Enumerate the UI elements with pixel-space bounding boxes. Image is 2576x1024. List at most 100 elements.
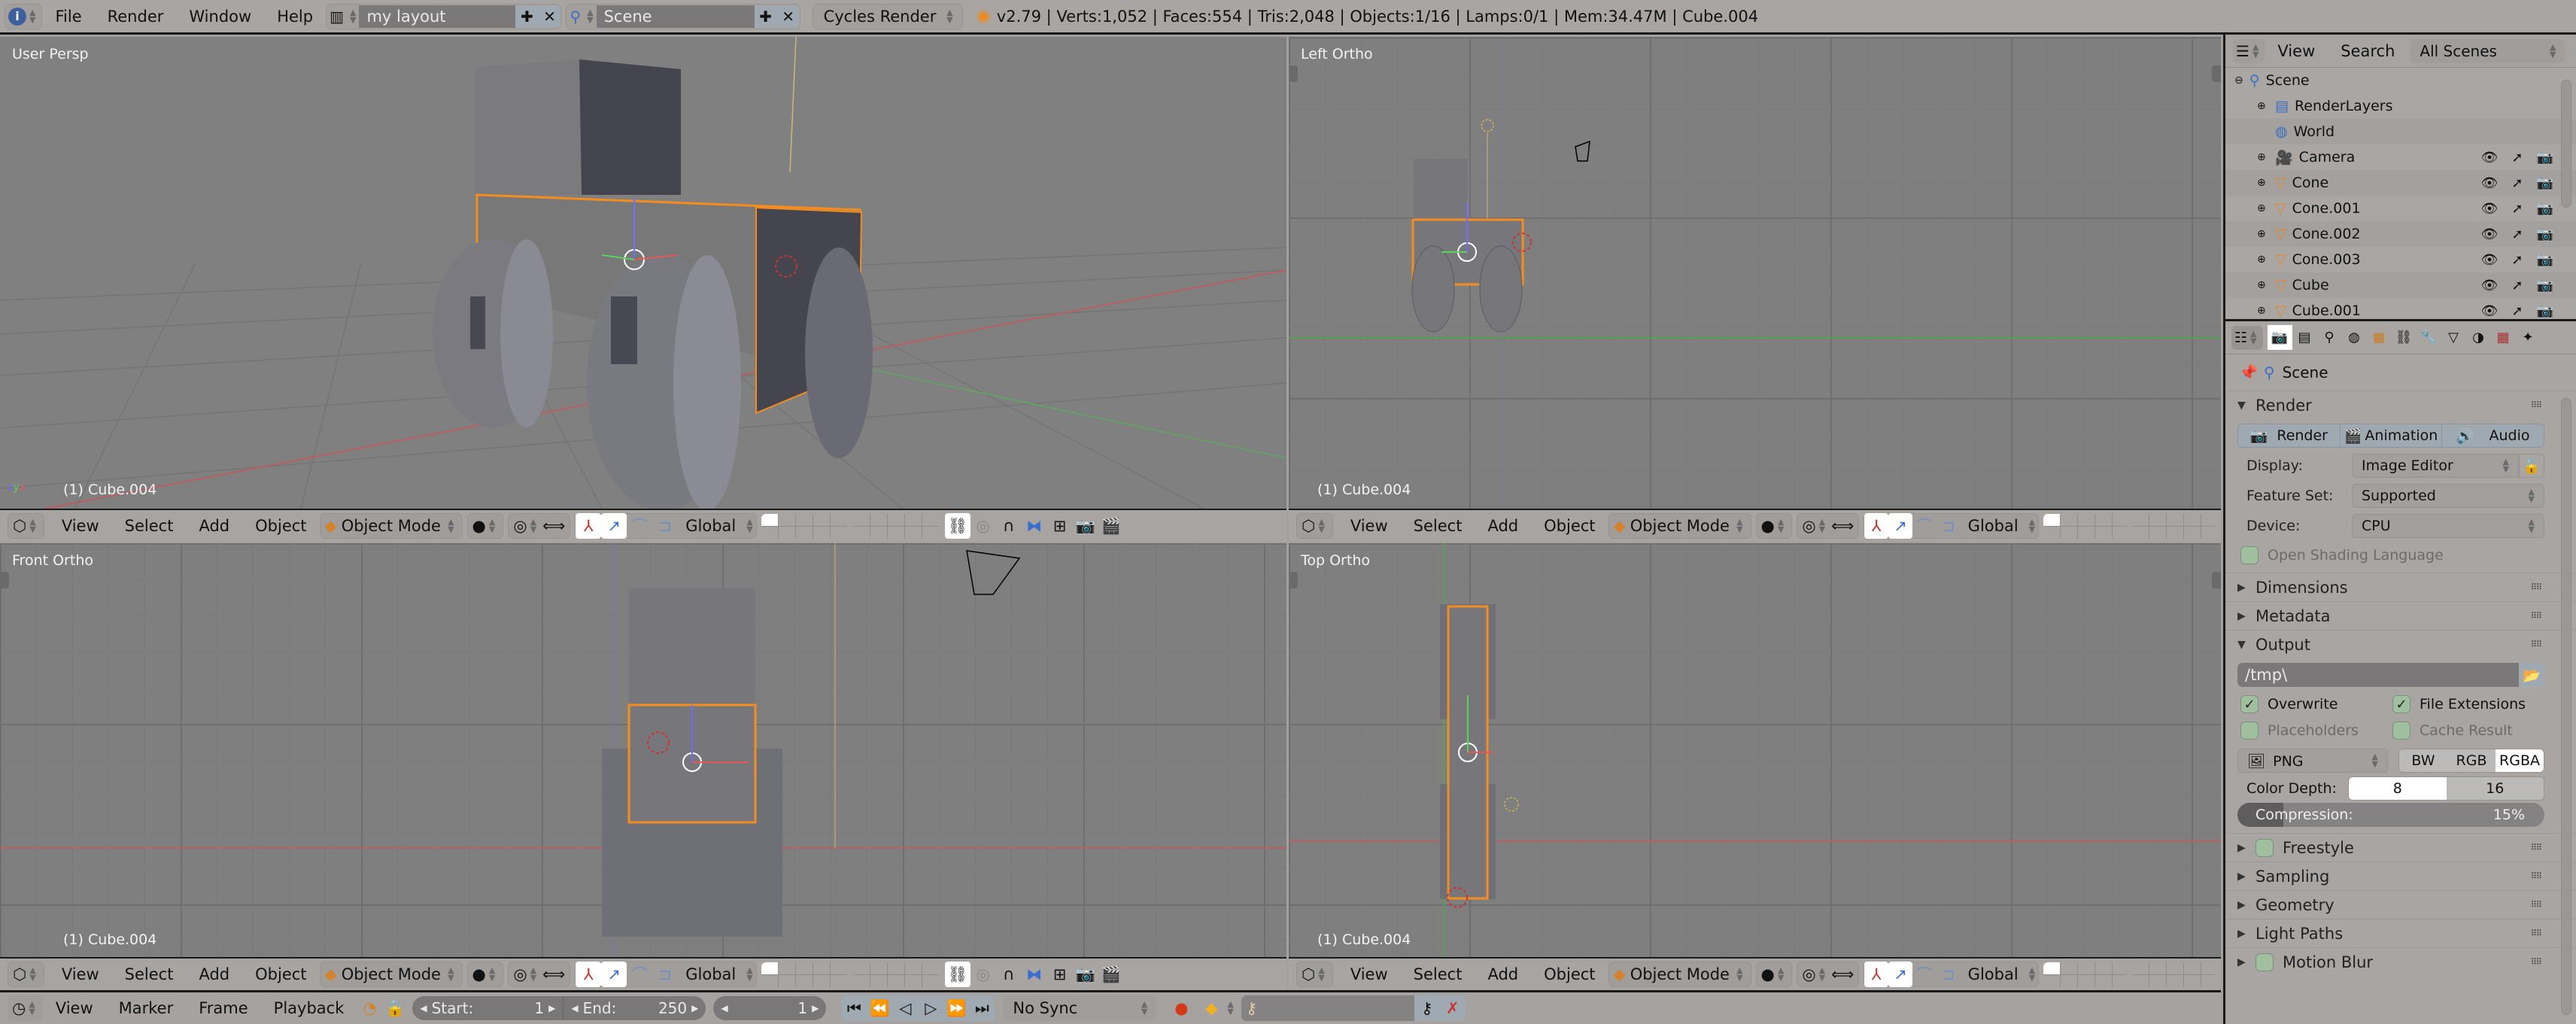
renderable-camera-icon[interactable]: 📷 bbox=[2537, 278, 2553, 293]
panel-header[interactable]: ▶ Sampling ⠿⠿ bbox=[2225, 861, 2576, 890]
viewport-front-ortho[interactable]: Front Ortho (1) Cube.004 bbox=[0, 543, 1286, 959]
drag-grip-icon[interactable]: ⠿⠿ bbox=[2531, 582, 2542, 592]
selectable-arrow-icon[interactable]: ➚ bbox=[2511, 150, 2523, 166]
menu-window[interactable]: Window bbox=[176, 8, 264, 26]
renderable-camera-icon[interactable]: 📷 bbox=[2537, 201, 2553, 217]
drag-grip-icon[interactable]: ⠿⠿ bbox=[2531, 957, 2542, 967]
feature-set-dropdown[interactable]: Supported ▲ ▼ bbox=[2352, 484, 2544, 508]
animation-button[interactable]: 🎬 Animation bbox=[2341, 424, 2443, 447]
layer-buttons[interactable] bbox=[761, 962, 847, 987]
particles-tab-icon[interactable]: ✦ bbox=[2516, 325, 2541, 350]
editor-type-selector[interactable]: ⬡ ▲ ▼ bbox=[8, 513, 44, 539]
panel-header[interactable]: ▶ Geometry ⠿⠿ bbox=[2225, 890, 2576, 919]
visibility-eye-icon[interactable]: 👁 bbox=[2481, 175, 2499, 191]
viewport-shading-selector[interactable]: ● ▲ ▼ bbox=[1755, 513, 1793, 539]
play-icon[interactable]: ▷ bbox=[918, 995, 943, 1021]
editor-type-selector[interactable]: i ▲ ▼ bbox=[5, 3, 43, 29]
manipulator-toggle-icon[interactable]: ⅄ bbox=[576, 513, 602, 539]
scale-manipulator-icon[interactable]: ⊐ bbox=[652, 513, 678, 539]
viewport-user-persp[interactable]: User Persp (1) Cube.004 zyx bbox=[0, 37, 1286, 509]
sync-mode-selector[interactable]: No Sync ▲ ▼ bbox=[1002, 995, 1157, 1021]
data-tab-icon[interactable]: ▽ bbox=[2441, 325, 2466, 350]
selectable-arrow-icon[interactable]: ➚ bbox=[2511, 278, 2523, 293]
screen-layout-selector[interactable]: ▥ ▲ ▼ my layout ✚ ✕ bbox=[326, 3, 562, 29]
menu-object[interactable]: Object bbox=[242, 965, 319, 983]
toolshelf-toggle[interactable] bbox=[1289, 65, 1298, 82]
mode-selector[interactable]: ◆ Object Mode ▲ ▼ bbox=[1608, 513, 1751, 539]
delete-keyframe-icon[interactable]: ✗ bbox=[1439, 995, 1466, 1021]
color-depth-16[interactable]: 16 bbox=[2446, 777, 2544, 800]
object-tab-icon[interactable]: ■ bbox=[2367, 325, 2392, 350]
file-format-dropdown[interactable]: 🖼 PNG ▲ ▼ bbox=[2237, 749, 2388, 773]
selectable-arrow-icon[interactable]: ➚ bbox=[2511, 226, 2523, 242]
render-animation-icon[interactable]: 🎬 bbox=[1098, 513, 1124, 539]
viewport-shading-selector[interactable]: ● ▲ ▼ bbox=[466, 513, 504, 539]
pivot-selector[interactable]: ◎ ▲ ▼ ⟺ bbox=[1797, 513, 1860, 539]
expand-icon[interactable] bbox=[2257, 126, 2269, 138]
jump-keyframe-forward-icon[interactable]: ⏩ bbox=[943, 995, 969, 1021]
lock-interface-icon[interactable]: 🔓 bbox=[2519, 454, 2544, 478]
panel-header[interactable]: ▶ Freestyle ⠿⠿ bbox=[2225, 833, 2576, 861]
menu-add[interactable]: Add bbox=[1475, 517, 1531, 535]
display-dropdown[interactable]: Image Editor ▲ ▼ bbox=[2352, 454, 2519, 478]
delete-scene-button[interactable]: ✕ bbox=[776, 5, 800, 28]
drag-grip-icon[interactable]: ⠿⠿ bbox=[2531, 871, 2542, 881]
render-button[interactable]: 📷 Render bbox=[2238, 424, 2341, 447]
color-mode-rgb[interactable]: RGB bbox=[2447, 749, 2496, 772]
jump-keyframe-back-icon[interactable]: ⏪ bbox=[867, 995, 892, 1021]
panel-enable-checkbox[interactable] bbox=[2256, 953, 2274, 971]
lock-time-cursor-icon[interactable]: 🔒 bbox=[382, 995, 408, 1021]
end-frame-field[interactable]: ◀ End: 250 ▶ bbox=[563, 996, 706, 1020]
scale-manipulator-icon[interactable]: ⊐ bbox=[1937, 962, 1961, 987]
menu-select[interactable]: Select bbox=[112, 517, 187, 535]
panel-header[interactable]: ▶ Light Paths ⠿⠿ bbox=[2225, 919, 2576, 947]
collapse-icon[interactable]: ⊖ bbox=[2234, 74, 2243, 87]
outliner-item[interactable]: ⊕ ▽ Cone.001 👁 ➚ 📷 bbox=[2225, 196, 2576, 221]
current-frame-field[interactable]: ◀ 1 ▶ bbox=[713, 996, 827, 1020]
manipulator-group[interactable]: ⅄ ↗ ⌒ ⊐ Global ▲ ▼ bbox=[575, 962, 757, 987]
outliner-item[interactable]: ⊕ ▤ RenderLayers bbox=[2225, 93, 2576, 119]
snap-target-icon[interactable]: ⊞ bbox=[1047, 513, 1073, 539]
constraints-tab-icon[interactable]: ⛓ bbox=[2392, 325, 2417, 350]
render-animation-icon[interactable]: 🎬 bbox=[1098, 962, 1124, 987]
proportional-edit-icon[interactable]: ◎ bbox=[971, 962, 996, 987]
layer-buttons[interactable] bbox=[2043, 962, 2127, 987]
menu-object[interactable]: Object bbox=[1531, 517, 1608, 535]
manipulator-center-icon[interactable]: ⟺ bbox=[1831, 965, 1854, 983]
expand-icon[interactable]: ⊕ bbox=[2257, 254, 2269, 266]
panel-metadata-header[interactable]: ▶ Metadata ⠿⠿ bbox=[2225, 601, 2576, 630]
layout-name-field[interactable]: my layout bbox=[359, 5, 516, 28]
outliner-item[interactable]: ⊕ ▽ Cone 👁 ➚ 📷 bbox=[2225, 170, 2576, 196]
editor-type-selector[interactable]: ☷ ▲ ▼ bbox=[2231, 325, 2263, 350]
menu-render[interactable]: Render bbox=[95, 8, 177, 26]
visibility-eye-icon[interactable]: 👁 bbox=[2481, 201, 2499, 217]
outliner-item[interactable]: ⊕ ▽ Cube 👁 ➚ 📷 bbox=[2225, 272, 2576, 298]
selectable-arrow-icon[interactable]: ➚ bbox=[2511, 303, 2523, 319]
record-icon[interactable]: ● bbox=[1168, 995, 1194, 1021]
toolshelf-toggle[interactable] bbox=[1289, 572, 1298, 588]
renderable-camera-icon[interactable]: 📷 bbox=[2537, 303, 2553, 319]
play-reverse-icon[interactable]: ◁ bbox=[892, 995, 918, 1021]
drag-grip-icon[interactable]: ⠿⠿ bbox=[2531, 928, 2542, 938]
rotate-manipulator-icon[interactable]: ⌒ bbox=[627, 513, 652, 539]
menu-search[interactable]: Search bbox=[2328, 42, 2407, 60]
visibility-eye-icon[interactable]: 👁 bbox=[2481, 150, 2499, 166]
viewport-shading-selector[interactable]: ● ▲ ▼ bbox=[1755, 962, 1793, 987]
manipulator-group[interactable]: ⅄ ↗ ⌒ ⊐ Global ▲ ▼ bbox=[575, 513, 757, 539]
layer-buttons[interactable] bbox=[761, 513, 847, 539]
render-still-icon[interactable]: 📷 bbox=[1073, 513, 1098, 539]
menu-object[interactable]: Object bbox=[242, 517, 319, 535]
transform-orientation[interactable]: Global bbox=[678, 517, 743, 535]
color-depth-8[interactable]: 8 bbox=[2349, 777, 2447, 800]
placeholders-checkbox[interactable] bbox=[2240, 722, 2259, 740]
pin-icon[interactable]: 📌 bbox=[2239, 363, 2258, 381]
file-extensions-option[interactable]: ✓ File Extensions bbox=[2392, 695, 2544, 713]
renderable-camera-icon[interactable]: 📷 bbox=[2537, 252, 2553, 268]
expand-icon[interactable]: ⊕ bbox=[2257, 151, 2269, 163]
manipulator-group[interactable]: ⅄ ↗ ⌒ ⊐ Global ▲ ▼ bbox=[1864, 513, 2040, 539]
manipulator-center-icon[interactable]: ⟺ bbox=[1831, 517, 1854, 535]
layer-buttons[interactable] bbox=[852, 513, 939, 539]
menu-select[interactable]: Select bbox=[1401, 965, 1475, 983]
menu-view[interactable]: View bbox=[1338, 965, 1401, 983]
cache-result-checkbox[interactable] bbox=[2392, 722, 2410, 740]
